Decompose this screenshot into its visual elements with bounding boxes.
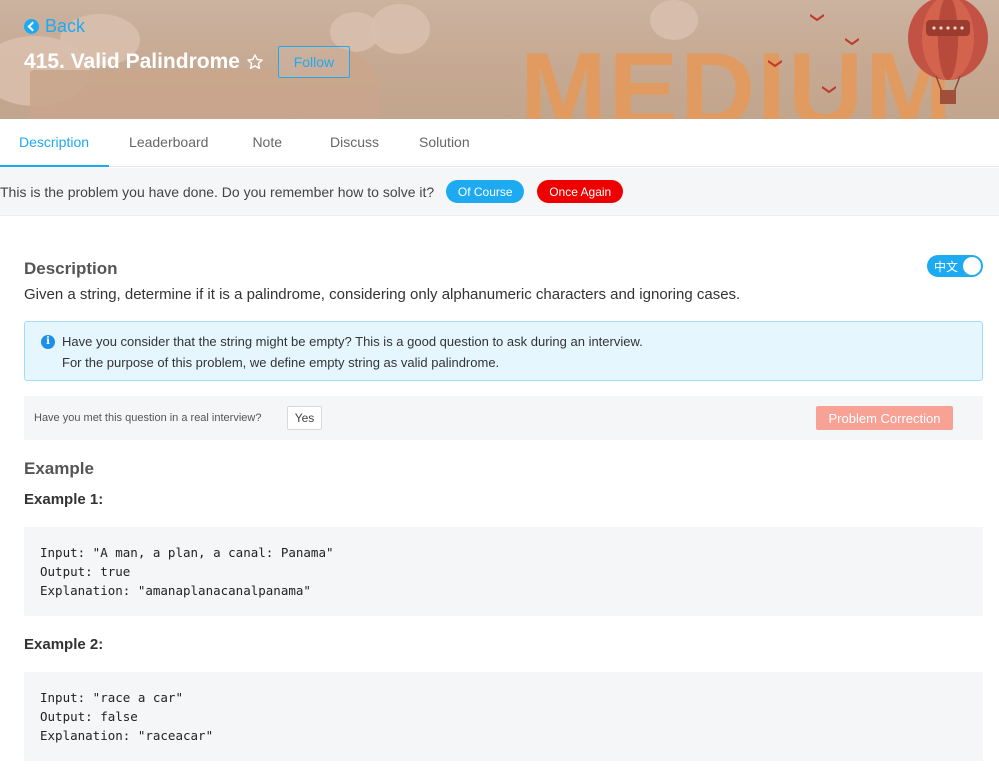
example-2-output: Output: false [40, 709, 138, 724]
tab-description[interactable]: Description [0, 119, 110, 167]
hot-air-balloon-icon [908, 0, 988, 104]
bird-icon [768, 60, 782, 67]
tab-solution[interactable]: Solution [399, 119, 489, 167]
once-again-button[interactable]: Once Again [537, 180, 624, 203]
tab-note[interactable]: Note [230, 119, 306, 167]
star-icon[interactable] [246, 53, 264, 71]
info-line-1: Have you consider that the string might … [62, 334, 643, 349]
follow-button[interactable]: Follow [277, 46, 350, 78]
example-1-input: Input: "A man, a plan, a canal: Panama" [40, 545, 334, 560]
example-heading: Example [24, 459, 94, 478]
bird-icon [822, 86, 836, 93]
back-label: Back [45, 16, 86, 36]
interview-feedback-bar: Have you met this question in a real int… [24, 396, 983, 440]
example-1-explanation: Explanation: "amanaplanacanalpanama" [40, 583, 311, 598]
language-toggle-label: 中文 [934, 260, 959, 274]
description-heading: Description [24, 259, 118, 278]
back-arrow-icon [24, 19, 39, 34]
info-callout: i Have you consider that the string migh… [24, 321, 983, 381]
example-1-title: Example 1: [24, 491, 104, 508]
problem-title: 415. Valid Palindrome [24, 50, 240, 73]
example-2-explanation: Explanation: "raceacar" [40, 728, 214, 743]
title-row: 415. Valid Palindrome Follow [24, 46, 350, 78]
description-text: Given a string, determine if it is a pal… [24, 286, 741, 303]
example-2-code-block: Input: "race a car" Output: false Explan… [24, 672, 983, 761]
bird-icon [845, 38, 859, 45]
tab-leaderboard[interactable]: Leaderboard [109, 119, 230, 167]
yes-button[interactable]: Yes [287, 406, 322, 430]
toggle-knob [963, 257, 981, 275]
language-toggle[interactable]: 中文 [927, 255, 983, 277]
problem-correction-button[interactable]: Problem Correction [816, 406, 953, 430]
example-2-input: Input: "race a car" [40, 690, 183, 705]
tab-discuss[interactable]: Discuss [306, 119, 399, 167]
info-line-2: For the purpose of this problem, we defi… [62, 355, 500, 370]
review-prompt-bar: This is the problem you have done. Do yo… [0, 168, 999, 216]
difficulty-banner-text: MEDIUM [520, 32, 954, 119]
info-icon: i [41, 335, 55, 349]
example-1-code-block: Input: "A man, a plan, a canal: Panama" … [24, 527, 983, 616]
review-prompt-text: This is the problem you have done. Do yo… [0, 183, 435, 200]
interview-question: Have you met this question in a real int… [34, 412, 262, 424]
bird-icon [810, 14, 824, 21]
back-link[interactable]: Back [24, 16, 85, 37]
problem-tabs: Description Leaderboard Note Discuss Sol… [0, 119, 999, 167]
example-2-title: Example 2: [24, 636, 104, 653]
example-1-output: Output: true [40, 564, 131, 579]
of-course-button[interactable]: Of Course [446, 180, 525, 203]
